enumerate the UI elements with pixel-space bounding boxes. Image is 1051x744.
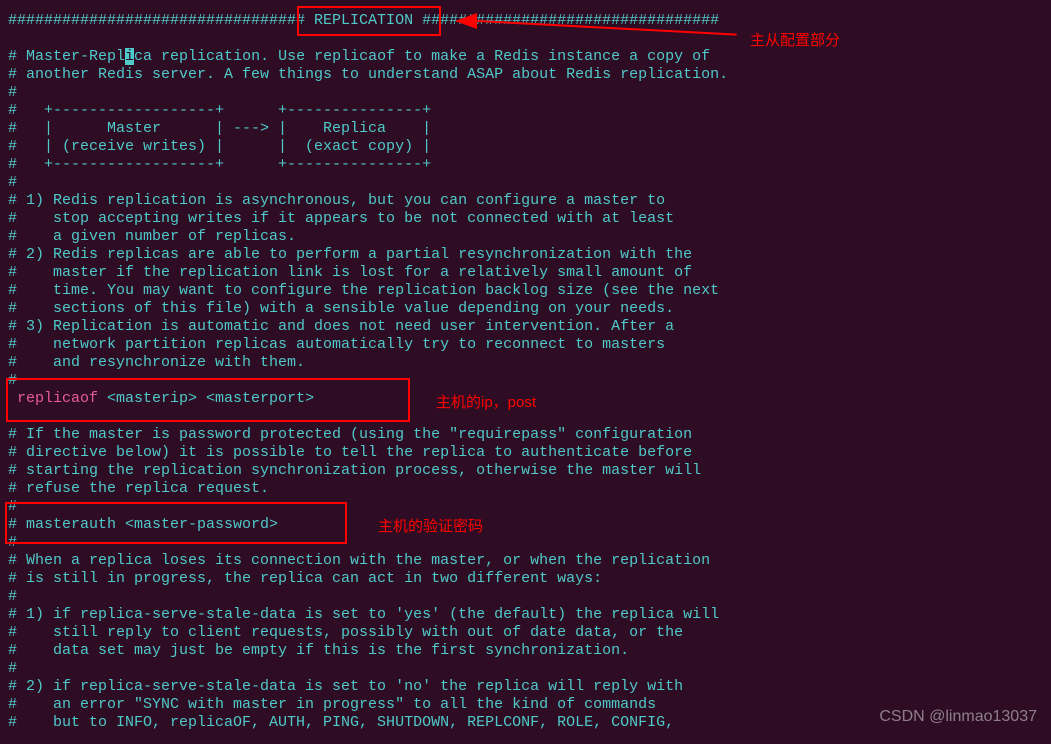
comment-line: # is still in progress, the replica can … — [8, 570, 602, 587]
comment-line: # 3) Replication is automatic and does n… — [8, 318, 674, 335]
diagram-line: # +------------------+ +---------------+ — [8, 156, 431, 173]
comment-line: # directive below) it is possible to tel… — [8, 444, 692, 461]
comment-line: # an error "SYNC with master in progress… — [8, 696, 656, 713]
arrow-icon — [455, 13, 477, 29]
comment-line: # still reply to client requests, possib… — [8, 624, 683, 641]
comment-line: # stop accepting writes if it appears to… — [8, 210, 674, 227]
comment-line: # refuse the replica request. — [8, 480, 269, 497]
comment-line: # but to INFO, replicaOF, AUTH, PING, SH… — [8, 714, 674, 731]
comment-line: # time. You may want to configure the re… — [8, 282, 719, 299]
comment-line: # a given number of replicas. — [8, 228, 296, 245]
highlight-box-masterauth — [5, 502, 347, 544]
header-hash-left: ################################ — [8, 12, 296, 29]
comment-line: # network partition replicas automatical… — [8, 336, 665, 353]
comment-line-cont: ca replication. Use replicaof to make a … — [134, 48, 710, 65]
comment-hash: # — [8, 174, 17, 191]
annotation-masterauth: 主机的验证密码 — [378, 518, 483, 536]
comment-line: # When a replica loses its connection wi… — [8, 552, 710, 569]
comment-line: # another Redis server. A few things to … — [8, 66, 728, 83]
highlight-box-replicaof — [6, 378, 410, 422]
comment-line: # Master-Repl — [8, 48, 125, 65]
comment-hash: # — [8, 660, 17, 677]
watermark: CSDN @linmao13037 — [879, 708, 1037, 726]
annotation-top: 主从配置部分 — [750, 32, 840, 50]
cursor: i — [125, 48, 134, 65]
diagram-line: # | (receive writes) | | (exact copy) | — [8, 138, 431, 155]
comment-line: # 1) Redis replication is asynchronous, … — [8, 192, 665, 209]
comment-line: # 2) Redis replicas are able to perform … — [8, 246, 692, 263]
diagram-line: # +------------------+ +---------------+ — [8, 102, 431, 119]
comment-line: # data set may just be empty if this is … — [8, 642, 629, 659]
comment-line: # 1) if replica-serve-stale-data is set … — [8, 606, 719, 623]
comment-line: # starting the replication synchronizati… — [8, 462, 701, 479]
comment-hash: # — [8, 588, 17, 605]
comment-line: # master if the replication link is lost… — [8, 264, 692, 281]
annotation-replicaof: 主机的ip，post — [436, 394, 536, 412]
comment-line: # and resynchronize with them. — [8, 354, 305, 371]
comment-hash: # — [8, 84, 17, 101]
config-file-content: ################################# REPLIC… — [0, 0, 1051, 744]
diagram-line: # | Master | ---> | Replica | — [8, 120, 431, 137]
comment-line: # 2) if replica-serve-stale-data is set … — [8, 678, 683, 695]
highlight-box-replication-header — [297, 6, 441, 36]
comment-line: # If the master is password protected (u… — [8, 426, 692, 443]
comment-line: # sections of this file) with a sensible… — [8, 300, 674, 317]
